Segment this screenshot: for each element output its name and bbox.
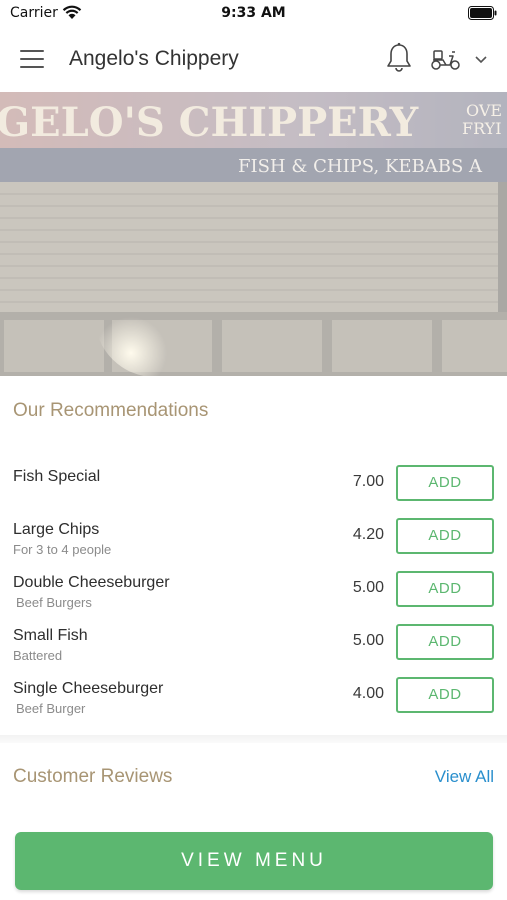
item-description: Battered (13, 648, 63, 663)
add-button[interactable]: ADD (396, 624, 494, 660)
item-description: Beef Burger (16, 701, 86, 716)
bottom-cta-bar: VIEW MENU (0, 818, 507, 900)
recommendations-title: Our Recommendations (13, 400, 209, 421)
add-button[interactable]: ADD (396, 465, 494, 501)
item-description: For 3 to 4 people (13, 542, 112, 557)
item-name: Double Cheeseburger (13, 574, 170, 591)
item-price: 5.00 (352, 579, 384, 596)
list-item: Fish Special 7.00 ADD (0, 458, 507, 511)
add-button[interactable]: ADD (396, 571, 494, 607)
status-time: 9:33 AM (221, 5, 286, 21)
item-name: Fish Special (13, 468, 101, 485)
hero-image: GELO'S CHIPPERY OVE FRYI FISH & CHIPS, K… (0, 92, 507, 376)
item-price: 5.00 (352, 632, 384, 649)
item-price: 4.00 (352, 685, 384, 702)
recommendations-list: Fish Special 7.00 ADD Large Chips For 3 … (0, 458, 507, 723)
item-description: Beef Burgers (16, 595, 92, 610)
list-item: Small Fish Battered 5.00 ADD (0, 617, 507, 670)
view-all-reviews-link[interactable]: View All (435, 767, 494, 787)
delivery-mode-selector[interactable] (430, 46, 494, 72)
item-price: 4.20 (352, 526, 384, 543)
battery-icon (468, 6, 497, 20)
item-price: 7.00 (352, 473, 384, 490)
item-name: Large Chips (13, 521, 100, 538)
scooter-icon (431, 50, 460, 70)
status-bar: Carrier 9:33 AM (0, 0, 507, 26)
section-divider (0, 735, 507, 743)
view-menu-button[interactable]: VIEW MENU (15, 832, 493, 890)
item-name: Single Cheeseburger (13, 680, 164, 697)
list-item: Single Cheeseburger Beef Burger 4.00 ADD (0, 670, 507, 723)
bell-icon[interactable] (384, 42, 414, 74)
list-item: Large Chips For 3 to 4 people 4.20 ADD (0, 511, 507, 564)
reviews-title: Customer Reviews (13, 766, 173, 787)
add-button[interactable]: ADD (396, 677, 494, 713)
app-header: Angelo's Chippery (0, 26, 507, 92)
item-name: Small Fish (13, 627, 88, 644)
restaurant-title: Angelo's Chippery (69, 47, 239, 70)
add-button[interactable]: ADD (396, 518, 494, 554)
chevron-down-icon (475, 56, 487, 64)
menu-icon[interactable] (20, 45, 50, 73)
list-item: Double Cheeseburger Beef Burgers 5.00 AD… (0, 564, 507, 617)
